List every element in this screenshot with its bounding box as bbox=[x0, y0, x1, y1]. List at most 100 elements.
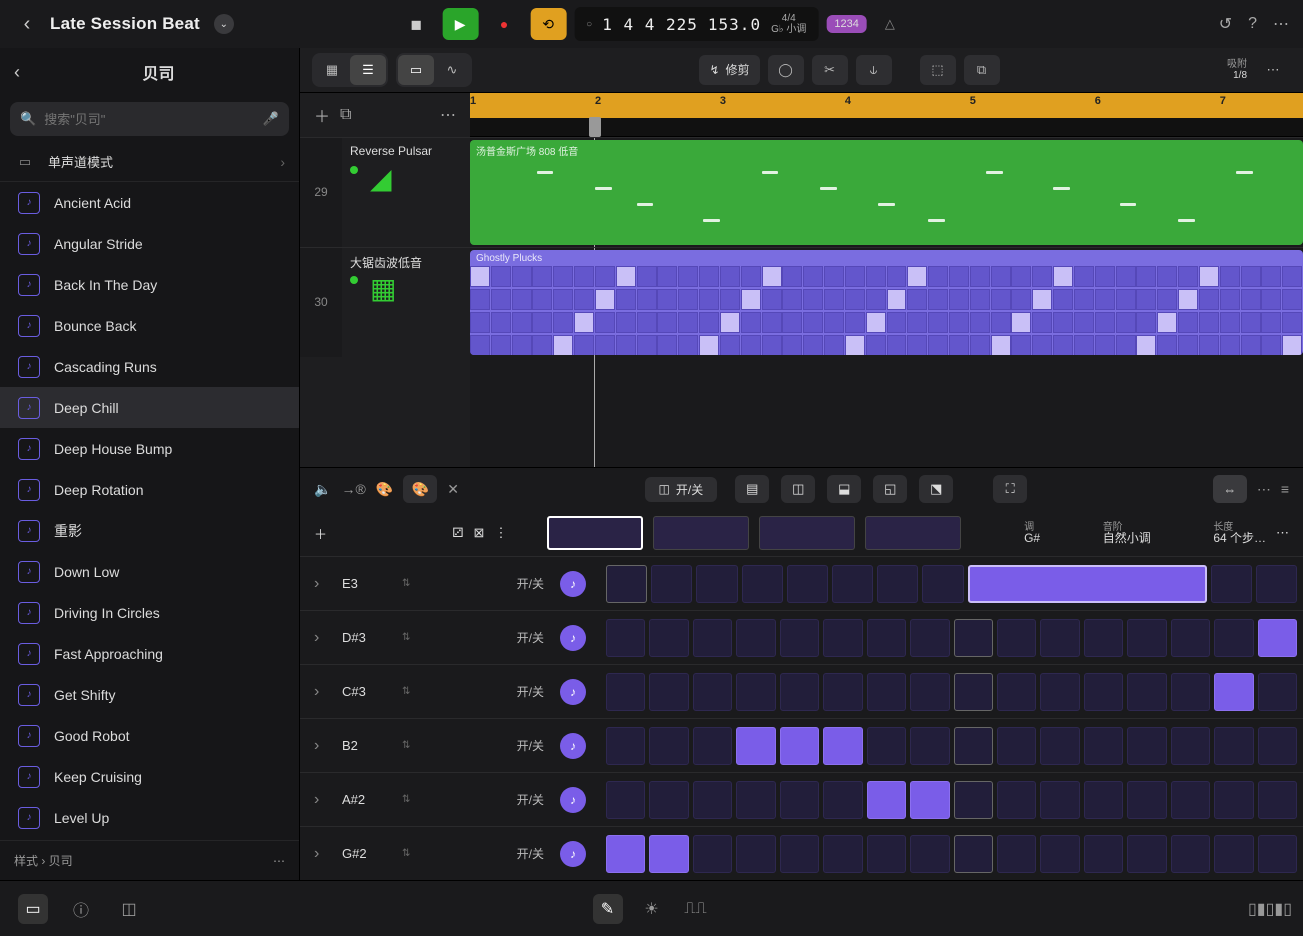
step-cell[interactable] bbox=[1084, 727, 1123, 765]
step-cell[interactable] bbox=[997, 727, 1036, 765]
step-cell[interactable] bbox=[780, 673, 819, 711]
step-cell[interactable] bbox=[736, 619, 775, 657]
step-cell[interactable] bbox=[1040, 835, 1079, 873]
step-cell[interactable] bbox=[696, 565, 737, 603]
step-more-icon[interactable]: ⋯ bbox=[1257, 481, 1271, 498]
ruler[interactable]: 1234567 bbox=[470, 93, 1303, 137]
sort-icon[interactable]: ⇅ bbox=[402, 686, 410, 697]
step-cell[interactable] bbox=[649, 781, 688, 819]
step-cell[interactable] bbox=[1214, 835, 1253, 873]
step-cell[interactable] bbox=[606, 673, 645, 711]
info-icon[interactable]: ⓘ bbox=[66, 894, 96, 924]
step-cell[interactable] bbox=[832, 565, 873, 603]
view-b-icon[interactable]: ◫ bbox=[781, 475, 815, 503]
pattern-thumb-3[interactable] bbox=[759, 516, 855, 550]
track-enable-dot[interactable] bbox=[350, 166, 358, 174]
sidebar-back-button[interactable]: ‹ bbox=[14, 62, 20, 83]
step-cell[interactable] bbox=[954, 835, 993, 873]
step-cell[interactable] bbox=[693, 673, 732, 711]
preset-item[interactable]: ♪Fast Approaching bbox=[0, 633, 299, 674]
join-icon[interactable]: ⫝ bbox=[856, 55, 892, 85]
step-cell[interactable] bbox=[1084, 673, 1123, 711]
step-cell[interactable] bbox=[877, 565, 918, 603]
expand-row-icon[interactable]: › bbox=[314, 683, 332, 701]
back-button[interactable]: ‹ bbox=[14, 11, 40, 37]
step-cell[interactable] bbox=[997, 781, 1036, 819]
more-icon[interactable]: ⋯ bbox=[1273, 14, 1289, 34]
step-cell[interactable] bbox=[780, 835, 819, 873]
step-cell[interactable] bbox=[1040, 673, 1079, 711]
step-cell[interactable] bbox=[1171, 727, 1210, 765]
step-cell[interactable] bbox=[606, 835, 645, 873]
step-cell[interactable] bbox=[606, 619, 645, 657]
tracks-more-icon[interactable]: ⋯ bbox=[440, 105, 456, 125]
panels-icon[interactable]: ◫ bbox=[114, 894, 144, 924]
loop-tool-icon[interactable]: ◯ bbox=[768, 55, 804, 85]
step-cell[interactable] bbox=[867, 835, 906, 873]
step-cell[interactable] bbox=[1084, 619, 1123, 657]
midi-out-icon[interactable]: →® bbox=[341, 481, 365, 497]
track-header[interactable]: Reverse Pulsar◢ bbox=[342, 138, 470, 247]
step-cell[interactable] bbox=[649, 673, 688, 711]
add-track-icon[interactable]: ＋ bbox=[314, 103, 330, 127]
step-cell[interactable] bbox=[1040, 781, 1079, 819]
track-header[interactable]: 大锯齿波低音▦ bbox=[342, 248, 470, 357]
sort-icon[interactable]: ⇅ bbox=[402, 632, 410, 643]
transport-lcd[interactable]: ○ 1 4 4 225 153.0 4/4 G♭ 小调 bbox=[574, 7, 818, 41]
step-cell[interactable] bbox=[823, 673, 862, 711]
step-cell[interactable] bbox=[1127, 781, 1166, 819]
count-in-button[interactable]: 1234 bbox=[826, 15, 866, 33]
step-cell[interactable] bbox=[910, 835, 949, 873]
search-input[interactable] bbox=[44, 112, 255, 127]
step-cell[interactable] bbox=[910, 727, 949, 765]
step-cell[interactable] bbox=[910, 781, 949, 819]
preset-item[interactable]: ♪Level Up bbox=[0, 797, 299, 838]
step-cell[interactable] bbox=[954, 781, 993, 819]
palette2-icon[interactable]: 🎨 bbox=[403, 475, 437, 503]
step-cell[interactable] bbox=[736, 673, 775, 711]
step-cell[interactable] bbox=[1258, 781, 1297, 819]
preset-item[interactable]: ♪Good Robot bbox=[0, 715, 299, 756]
track-enable-dot[interactable] bbox=[350, 276, 358, 284]
note-dot-icon[interactable]: ♪ bbox=[560, 679, 586, 705]
expand-row-icon[interactable]: › bbox=[314, 791, 332, 809]
preset-item[interactable]: ♪Ancient Acid bbox=[0, 182, 299, 223]
preset-item[interactable]: ♪Down Low bbox=[0, 551, 299, 592]
note-dot-icon[interactable]: ♪ bbox=[560, 733, 586, 759]
stop-button[interactable]: ◼ bbox=[398, 8, 434, 40]
step-cell[interactable] bbox=[1127, 835, 1166, 873]
step-cell[interactable] bbox=[693, 619, 732, 657]
step-cell[interactable] bbox=[1214, 781, 1253, 819]
step-cell[interactable] bbox=[1040, 619, 1079, 657]
step-cell[interactable] bbox=[693, 781, 732, 819]
brightness-icon[interactable]: ☀ bbox=[637, 894, 667, 924]
display-mode-1[interactable]: ▭ bbox=[398, 55, 434, 85]
step-cell[interactable] bbox=[1258, 673, 1297, 711]
pencil-tool-icon[interactable]: ✎ bbox=[593, 894, 623, 924]
preset-item[interactable]: ♪Keep Cruising bbox=[0, 756, 299, 797]
view-grid-button[interactable]: ▦ bbox=[314, 55, 350, 85]
preset-item[interactable]: ♪Deep House Bump bbox=[0, 428, 299, 469]
preset-item[interactable]: ♪Bounce Back bbox=[0, 305, 299, 346]
search-field[interactable]: 🔍 🎤 bbox=[10, 102, 289, 136]
step-cell[interactable] bbox=[736, 781, 775, 819]
region[interactable]: Ghostly Plucks bbox=[470, 250, 1303, 355]
step-cell[interactable] bbox=[1258, 619, 1297, 657]
undo-icon[interactable]: ↺ bbox=[1219, 14, 1232, 34]
step-cell[interactable] bbox=[1258, 835, 1297, 873]
speaker-icon[interactable]: 🔈 bbox=[314, 481, 331, 498]
toolbar-more-icon[interactable]: ⋯ bbox=[1255, 55, 1291, 85]
drag-handle-icon[interactable]: ≡ bbox=[1281, 481, 1289, 497]
view-d-icon[interactable]: ◱ bbox=[873, 475, 907, 503]
marquee-icon[interactable]: ⬚ bbox=[920, 55, 956, 85]
expand-row-icon[interactable]: › bbox=[314, 629, 332, 647]
step-cell[interactable] bbox=[649, 727, 688, 765]
step-cell[interactable] bbox=[1127, 673, 1166, 711]
library-icon[interactable]: ▭ bbox=[18, 894, 48, 924]
region[interactable]: 汤普金斯广场 808 低音 bbox=[470, 140, 1303, 245]
step-cell[interactable] bbox=[651, 565, 692, 603]
step-cell[interactable] bbox=[1171, 619, 1210, 657]
pattern-thumb-2[interactable] bbox=[653, 516, 749, 550]
step-info-more-icon[interactable]: ⋯ bbox=[1276, 525, 1289, 541]
piano-icon[interactable]: ▯▮▯▮▯ bbox=[1255, 894, 1285, 924]
